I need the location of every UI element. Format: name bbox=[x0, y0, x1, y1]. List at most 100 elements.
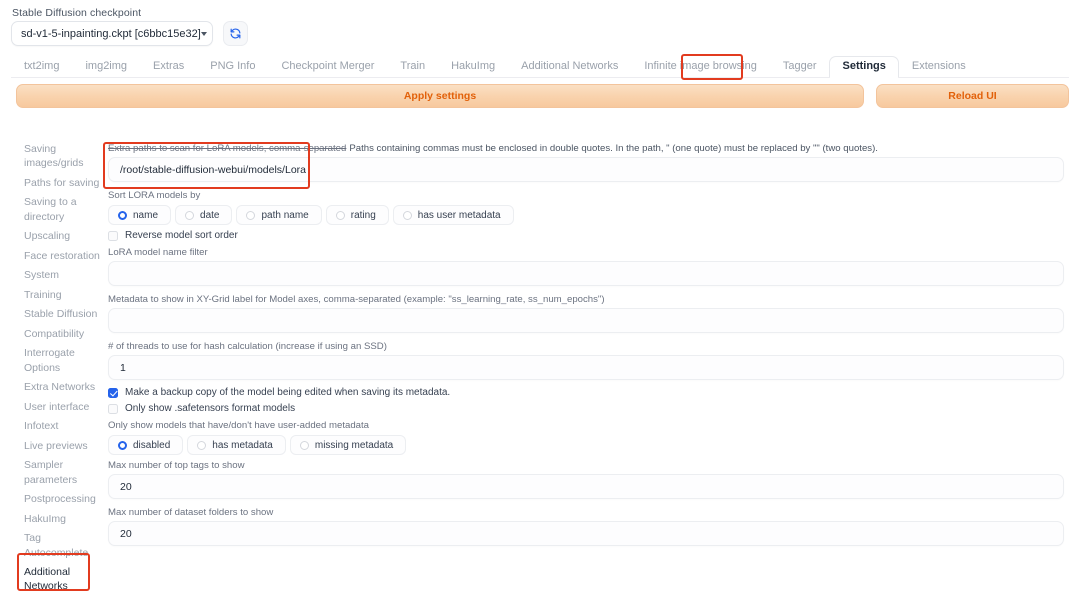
tab-infinite-image-browsing[interactable]: Infinite image browsing bbox=[631, 56, 770, 77]
sidebar-item-saving-to-a-directory[interactable]: Saving to a directory bbox=[24, 195, 100, 224]
sidebar-item-infotext[interactable]: Infotext bbox=[24, 419, 100, 433]
checkpoint-value: sd-v1-5-inpainting.ckpt [c6bbc15e32] bbox=[21, 28, 201, 40]
backup-copy-row[interactable]: Make a backup copy of the model being ed… bbox=[108, 387, 1064, 398]
sidebar-item-postprocessing[interactable]: Postprocessing bbox=[24, 492, 100, 506]
extra-paths-field: Extra paths to scan for LoRA models, com… bbox=[108, 142, 1064, 182]
sort-lora-option-label: date bbox=[200, 210, 219, 221]
metadata-filter-option-missing-metadata[interactable]: missing metadata bbox=[290, 435, 406, 455]
extra-paths-input[interactable]: /root/stable-diffusion-webui/models/Lora bbox=[108, 157, 1064, 182]
sidebar-item-tag-autocomplete[interactable]: Tag Autocomplete bbox=[24, 531, 100, 560]
hash-threads-label: # of threads to use for hash calculation… bbox=[108, 340, 1064, 353]
tab-settings[interactable]: Settings bbox=[829, 56, 898, 77]
sort-lora-option-label: path name bbox=[261, 210, 308, 221]
sort-lora-field: Sort LORA models by name date path name rat… bbox=[108, 189, 1064, 225]
sidebar-item-training[interactable]: Training bbox=[24, 288, 100, 302]
sidebar-item-saving-images-grids[interactable]: Saving images/grids bbox=[24, 142, 100, 171]
max-folders-label: Max number of dataset folders to show bbox=[108, 506, 1064, 519]
tab-png-info[interactable]: PNG Info bbox=[197, 56, 268, 77]
metadata-filter-label: Only show models that have/don't have us… bbox=[108, 419, 1064, 432]
metadata-filter-option-disabled[interactable]: disabled bbox=[108, 435, 183, 455]
extra-paths-label: Extra paths to scan for LoRA models, com… bbox=[108, 142, 346, 155]
sidebar-item-user-interface[interactable]: User interface bbox=[24, 400, 100, 414]
tab-img2img[interactable]: img2img bbox=[72, 56, 140, 77]
sidebar-item-system[interactable]: System bbox=[24, 268, 100, 282]
sidebar-item-sampler-parameters[interactable]: Sampler parameters bbox=[24, 458, 100, 487]
reverse-sort-label: Reverse model sort order bbox=[125, 230, 238, 241]
tab-train[interactable]: Train bbox=[387, 56, 438, 77]
radio-icon bbox=[118, 441, 127, 450]
sort-lora-option-label: has user metadata bbox=[418, 210, 501, 221]
radio-icon bbox=[118, 211, 127, 220]
max-tags-field: Max number of top tags to show 20 bbox=[108, 459, 1064, 499]
checkpoint-dropdown[interactable]: sd-v1-5-inpainting.ckpt [c6bbc15e32] bbox=[11, 21, 213, 46]
tab-additional-networks[interactable]: Additional Networks bbox=[508, 56, 631, 77]
sidebar-item-stable-diffusion[interactable]: Stable Diffusion bbox=[24, 307, 100, 321]
sort-lora-option-rating[interactable]: rating bbox=[326, 205, 389, 225]
name-filter-field: LoRA model name filter bbox=[108, 246, 1064, 286]
backup-copy-checkbox[interactable] bbox=[108, 388, 118, 398]
reload-ui-button[interactable]: Reload UI bbox=[876, 84, 1069, 108]
refresh-checkpoint-button[interactable] bbox=[223, 21, 248, 46]
refresh-icon bbox=[229, 27, 242, 40]
sidebar-item-compatibility[interactable]: Compatibility bbox=[24, 327, 100, 341]
name-filter-input[interactable] bbox=[108, 261, 1064, 286]
sidebar-item-face-restoration[interactable]: Face restoration bbox=[24, 249, 100, 263]
tab-extras[interactable]: Extras bbox=[140, 56, 197, 77]
sidebar-item-hakuimg[interactable]: HakuImg bbox=[24, 512, 100, 526]
chevron-down-icon bbox=[201, 32, 207, 36]
sidebar-item-paths-for-saving[interactable]: Paths for saving bbox=[24, 176, 100, 190]
reverse-sort-row[interactable]: Reverse model sort order bbox=[108, 230, 1064, 241]
radio-icon bbox=[300, 441, 309, 450]
xy-metadata-field: Metadata to show in XY-Grid label for Mo… bbox=[108, 293, 1064, 333]
radio-icon bbox=[246, 211, 255, 220]
settings-content: Extra paths to scan for LoRA models, com… bbox=[108, 142, 1064, 553]
metadata-filter-radio-group: disabled has metadata missing metadata bbox=[108, 435, 1064, 455]
extra-paths-label-row: Extra paths to scan for LoRA models, com… bbox=[108, 142, 1064, 157]
sort-lora-option-path-name[interactable]: path name bbox=[236, 205, 321, 225]
metadata-filter-option-label: has metadata bbox=[212, 440, 273, 451]
metadata-filter-option-label: missing metadata bbox=[315, 440, 393, 451]
max-folders-input[interactable]: 20 bbox=[108, 521, 1064, 546]
radio-icon bbox=[403, 211, 412, 220]
sidebar-item-live-previews[interactable]: Live previews bbox=[24, 439, 100, 453]
safetensors-only-label: Only show .safetensors format models bbox=[125, 403, 295, 414]
tab-txt2img[interactable]: txt2img bbox=[11, 56, 72, 77]
metadata-filter-option-label: disabled bbox=[133, 440, 170, 451]
settings-sidebar: Saving images/grids Paths for saving Savin… bbox=[24, 142, 100, 601]
sort-lora-option-has-user-metadata[interactable]: has user metadata bbox=[393, 205, 514, 225]
reverse-sort-checkbox[interactable] bbox=[108, 231, 118, 241]
xy-metadata-input[interactable] bbox=[108, 308, 1064, 333]
radio-icon bbox=[336, 211, 345, 220]
max-tags-input[interactable]: 20 bbox=[108, 474, 1064, 499]
max-tags-label: Max number of top tags to show bbox=[108, 459, 1064, 472]
name-filter-label: LoRA model name filter bbox=[108, 246, 1064, 259]
sort-lora-option-label: name bbox=[133, 210, 158, 221]
metadata-filter-option-has-metadata[interactable]: has metadata bbox=[187, 435, 286, 455]
sort-lora-option-date[interactable]: date bbox=[175, 205, 232, 225]
sidebar-item-additional-networks[interactable]: Additional Networks bbox=[24, 565, 100, 594]
apply-settings-button[interactable]: Apply settings bbox=[16, 84, 864, 108]
hash-threads-input[interactable]: 1 bbox=[108, 355, 1064, 380]
sort-lora-radio-group: name date path name rating has user metadata bbox=[108, 205, 1064, 225]
radio-icon bbox=[197, 441, 206, 450]
radio-icon bbox=[185, 211, 194, 220]
safetensors-only-row[interactable]: Only show .safetensors format models bbox=[108, 403, 1064, 414]
sort-lora-label: Sort LORA models by bbox=[108, 189, 1064, 202]
extra-paths-description: Paths containing commas must be enclosed… bbox=[349, 143, 878, 154]
tab-tagger[interactable]: Tagger bbox=[770, 56, 830, 77]
hash-threads-field: # of threads to use for hash calculation… bbox=[108, 340, 1064, 380]
sidebar-item-extra-networks[interactable]: Extra Networks bbox=[24, 380, 100, 394]
safetensors-only-checkbox[interactable] bbox=[108, 404, 118, 414]
sort-lora-option-name[interactable]: name bbox=[108, 205, 171, 225]
sidebar-item-upscaling[interactable]: Upscaling bbox=[24, 229, 100, 243]
sidebar-item-interrogate-options[interactable]: Interrogate Options bbox=[24, 346, 100, 375]
tab-checkpoint-merger[interactable]: Checkpoint Merger bbox=[268, 56, 387, 77]
checkpoint-label: Stable Diffusion checkpoint bbox=[12, 7, 141, 19]
tab-hakuimg[interactable]: HakuImg bbox=[438, 56, 508, 77]
xy-metadata-label: Metadata to show in XY-Grid label for Mo… bbox=[108, 293, 1064, 306]
metadata-filter-field: Only show models that have/don't have us… bbox=[108, 419, 1064, 455]
tab-extensions[interactable]: Extensions bbox=[899, 56, 979, 77]
max-folders-field: Max number of dataset folders to show 20 bbox=[108, 506, 1064, 546]
settings-page: Stable Diffusion checkpoint sd-v1-5-inpa… bbox=[0, 0, 1080, 601]
main-tab-bar: txt2imgimg2imgExtrasPNG InfoCheckpoint M… bbox=[11, 56, 1069, 78]
